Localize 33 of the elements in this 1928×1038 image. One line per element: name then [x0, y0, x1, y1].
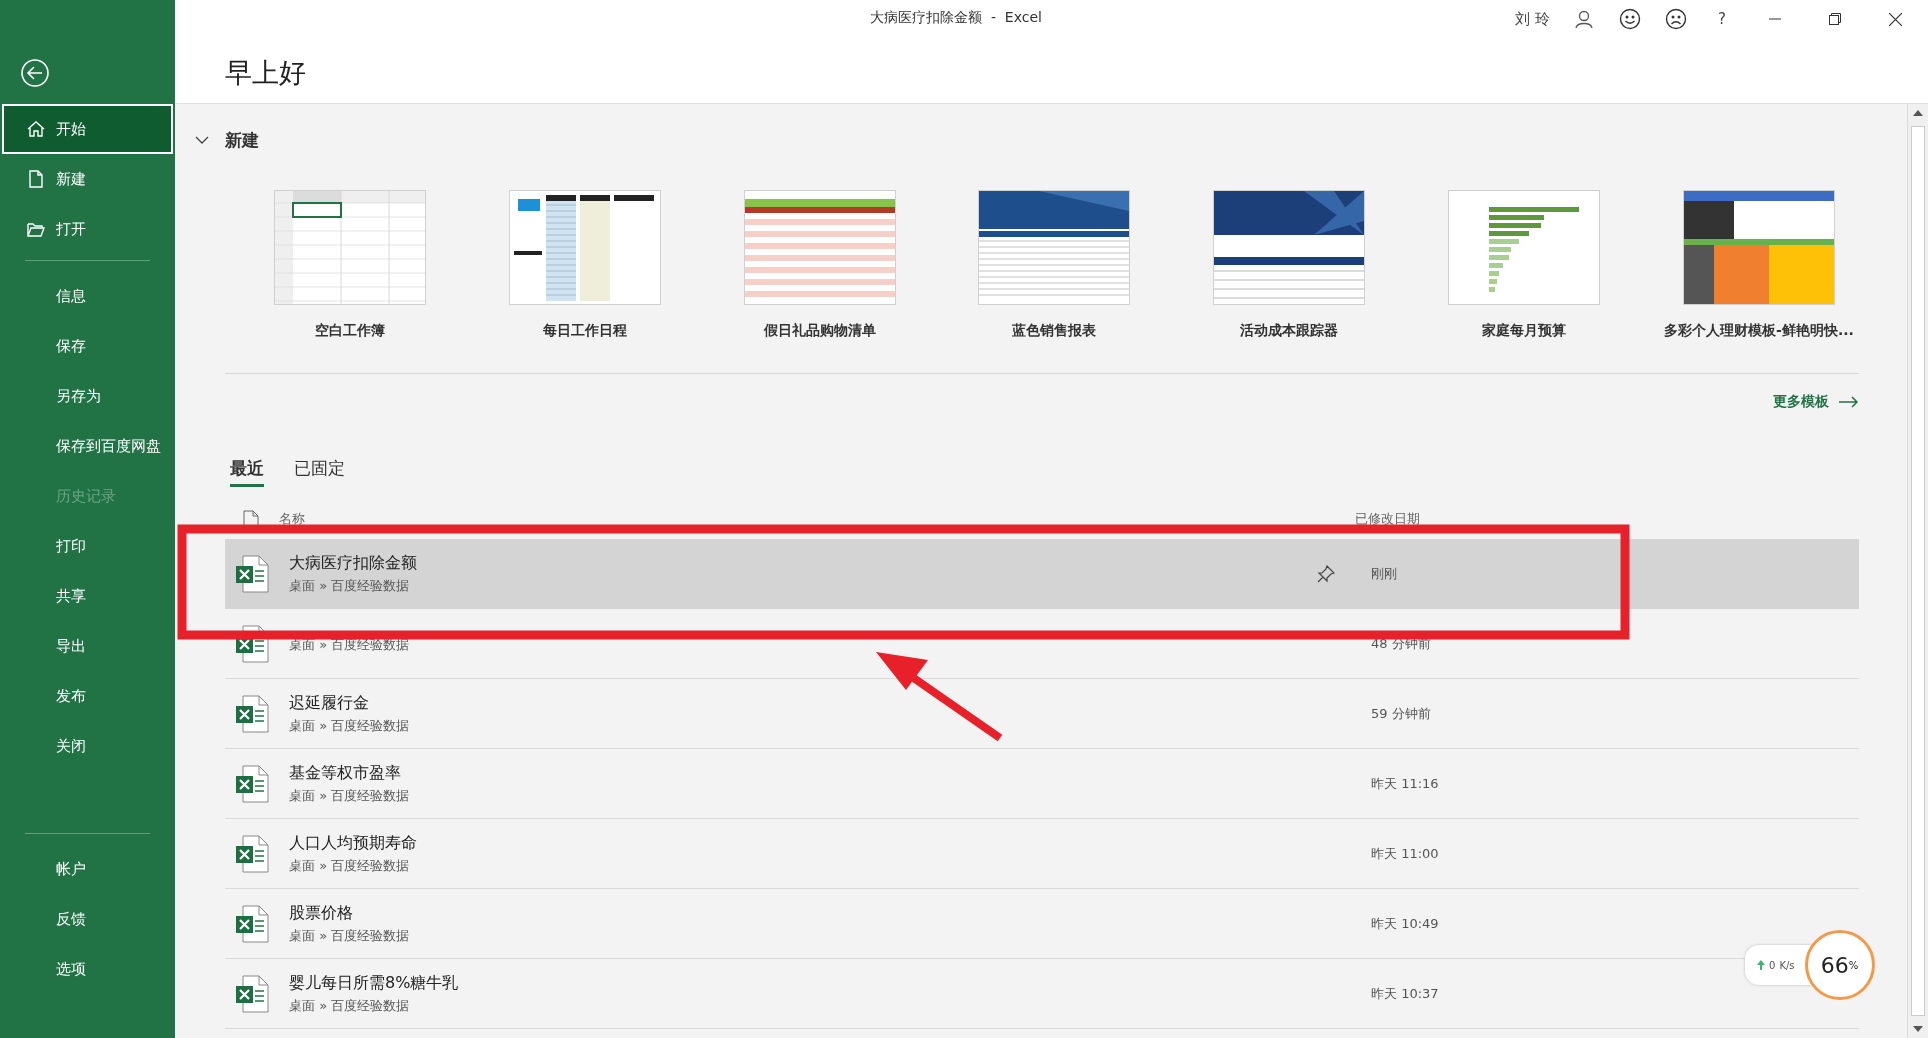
file-path: 桌面 » 百度经验数据 — [289, 926, 411, 945]
modified-date: 昨天 10:37 — [1371, 984, 1439, 1003]
file-path: 桌面 » 百度经验数据 — [289, 576, 411, 595]
file-path: 桌面 » 百度经验数据 — [289, 786, 411, 805]
template-title: 空白工作簿 — [315, 322, 385, 340]
modified-date: 刚刚 — [1371, 564, 1397, 583]
window-title: 大病医疗扣除金额 - Excel — [870, 9, 1042, 27]
user-name: 刘 玲 — [1515, 9, 1550, 29]
speed-unit: K/s — [1779, 959, 1795, 971]
file-name: 人口人均预期寿命 — [289, 832, 418, 854]
file-name: 基金等权市盈率 — [289, 762, 402, 784]
file-name: 股票价格 — [289, 902, 354, 924]
column-header: 已修改日期 — [1355, 510, 1420, 528]
modified-date: 59 分钟前 — [1371, 704, 1431, 723]
modified-date: 昨天 11:00 — [1371, 844, 1439, 863]
file-name: 迟延履行金 — [289, 692, 370, 714]
file-path: 桌面 » 百度经验数据 — [289, 856, 411, 875]
speed-value: 0 — [1769, 959, 1776, 971]
template-title: 假日礼品购物清单 — [763, 322, 876, 340]
file-name: 婴儿每日所需8%糖牛乳 — [289, 972, 460, 994]
template-title: 蓝色销售报表 — [1012, 322, 1097, 340]
template-title: 家庭每月预算 — [1482, 322, 1567, 340]
file-path: 桌面 » 百度经验数据 — [289, 636, 411, 654]
greeting-heading: 早上好 — [225, 56, 306, 90]
template-title: 多彩个人理财模板-鲜艳明快... — [1664, 322, 1854, 340]
template-title: 活动成本跟踪器 — [1240, 322, 1339, 340]
file-path: 桌面 » 百度经验数据 — [289, 716, 411, 735]
modified-date: 昨天 10:49 — [1371, 914, 1439, 933]
file-path: 桌面 » 百度经验数据 — [289, 996, 411, 1015]
modified-date: 昨天 11:16 — [1371, 774, 1439, 793]
column-header: 名称 — [279, 510, 306, 528]
template-title: 每日工作日程 — [542, 322, 627, 340]
file-name: 大病医疗扣除金额 — [289, 552, 418, 574]
